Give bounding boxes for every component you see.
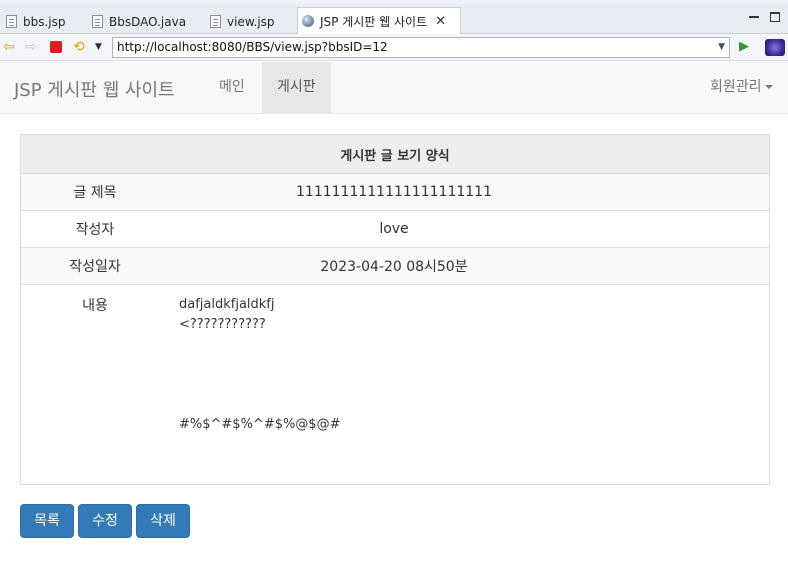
content-label: 내용 [82,298,108,314]
tab-view-jsp[interactable]: view.jsp [206,9,275,34]
chevron-down-icon[interactable]: ▼ [95,39,102,55]
table-row-title: 글 제목 1111111111111111111111 [21,173,769,210]
title-value: 1111111111111111111111 [296,184,492,200]
nav-item-board[interactable]: 게시판 [262,62,331,113]
site-navbar: JSP 게시판 웹 사이트 메인 게시판 회원관리 [0,62,788,114]
tab-bar-top-strip [0,0,788,4]
maximize-icon[interactable] [770,12,780,22]
stop-icon[interactable] [50,41,62,53]
tab-web-browser[interactable]: JSP 게시판 웹 사이트 ✕ [297,7,461,34]
list-button[interactable]: 목록 [20,504,74,538]
tab-label: JSP 게시판 웹 사이트 [320,14,428,29]
table-row-content: 내용 dafjaldkfjaldkfj <??????????? #%$^#$%… [21,284,769,484]
content-value: dafjaldkfjaldkfj <??????????? #%$^#$%^#$… [179,297,341,432]
table-row-author: 작성자 love [21,210,769,247]
tab-label: BbsDAO.java [109,14,187,29]
java-file-icon [92,15,103,28]
date-label: 작성일자 [69,259,121,275]
refresh-icon[interactable]: ⟲ [73,39,85,55]
table-header: 게시판 글 보기 양식 [21,135,769,173]
edit-button[interactable]: 수정 [78,504,132,538]
author-value: love [379,221,409,237]
browser-toolbar: ⇦ ⇨ ⟲ ▼ http://localhost:8080/BBS/view.j… [0,34,788,61]
site-brand[interactable]: JSP 게시판 웹 사이트 [14,76,175,102]
table-header-title: 게시판 글 보기 양식 [340,148,450,164]
nav-item-main[interactable]: 메인 [204,62,260,113]
title-label: 글 제목 [73,185,117,201]
member-dropdown[interactable]: 회원관리 [710,62,773,113]
url-text: http://localhost:8080/BBS/view.jsp?bbsID… [117,40,388,54]
tab-bbs-jsp[interactable]: bbs.jsp [2,9,66,34]
member-dropdown-label: 회원관리 [710,79,762,95]
url-input[interactable]: http://localhost:8080/BBS/view.jsp?bbsID… [112,37,730,58]
forward-arrow-icon[interactable]: ⇨ [25,39,37,55]
post-view-table: 게시판 글 보기 양식 글 제목 1111111111111111111111 … [20,134,770,485]
close-icon[interactable]: ✕ [435,14,446,29]
editor-tab-bar: bbs.jsp BbsDAO.java view.jsp JSP 게시판 웹 사… [0,0,788,34]
minimize-icon[interactable] [749,12,759,18]
chevron-down-icon[interactable]: ▼ [718,38,725,57]
globe-icon [302,15,314,27]
author-label: 작성자 [75,222,115,238]
eclipse-logo-icon[interactable] [765,39,785,56]
tab-label: bbs.jsp [23,14,66,29]
go-play-icon[interactable]: ▶ [739,39,749,55]
table-row-date: 작성일자 2023-04-20 08시50분 [21,247,769,284]
back-arrow-icon[interactable]: ⇦ [3,39,15,55]
jsp-file-icon [210,15,221,28]
caret-down-icon [764,85,773,89]
jsp-file-icon [6,15,17,28]
tab-bbsdao-java[interactable]: BbsDAO.java [88,9,186,34]
delete-button[interactable]: 삭제 [136,504,190,538]
tab-label: view.jsp [227,14,275,29]
date-value: 2023-04-20 08시50분 [320,259,468,275]
